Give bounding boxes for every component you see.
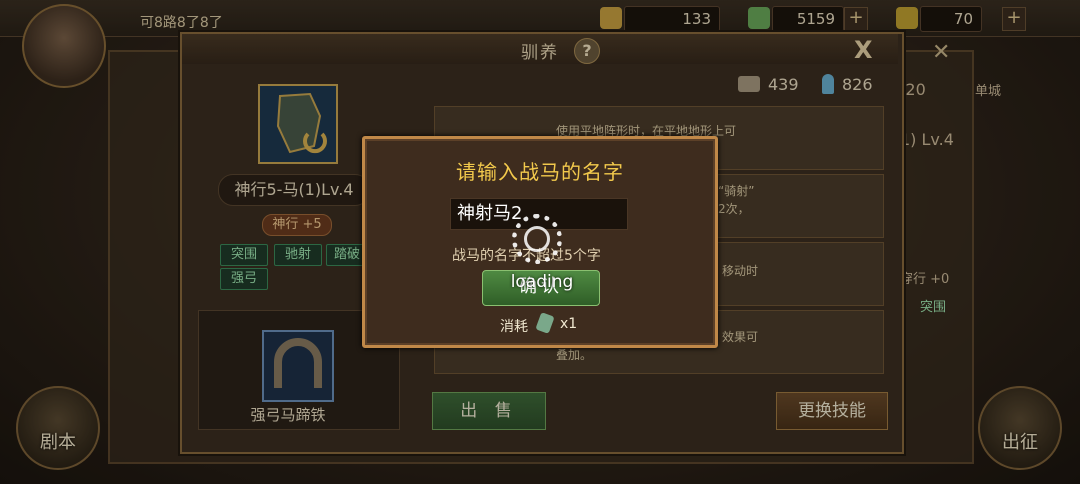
loading-text: loading	[510, 272, 574, 292]
cost-label: 消耗	[500, 319, 528, 335]
dialog-title: 请输入战马的名字	[456, 160, 624, 184]
loading-spinner-core	[524, 226, 550, 252]
cost-amount: x1	[560, 316, 578, 332]
